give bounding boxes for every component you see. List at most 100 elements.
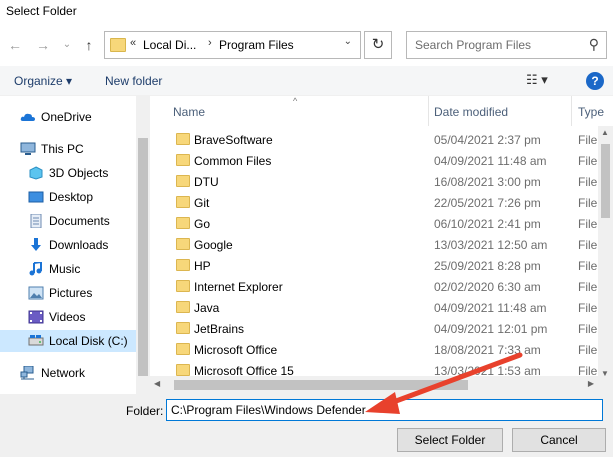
sidebar-item-network[interactable]: Network	[0, 362, 136, 384]
videos-icon	[28, 310, 44, 324]
file-type: File f	[578, 280, 598, 294]
sidebar-item-pictures[interactable]: Pictures	[0, 282, 136, 304]
table-row[interactable]: JetBrains 04/09/2021 12:01 pm File f	[150, 318, 598, 339]
documents-icon	[30, 214, 42, 228]
table-row[interactable]: HP 25/09/2021 8:28 pm File f	[150, 255, 598, 276]
sidebar-item-label: Videos	[49, 310, 86, 324]
command-toolbar: Organize ▾ New folder ☷ ▾ ?	[0, 66, 613, 96]
folder-icon	[176, 301, 190, 313]
sidebar-item-videos[interactable]: Videos	[0, 306, 136, 328]
folder-icon	[176, 133, 190, 145]
drive-icon	[28, 335, 44, 346]
file-type: File f	[578, 196, 598, 210]
file-type: File f	[578, 154, 598, 168]
sidebar-item-3d-objects[interactable]: 3D Objects	[0, 162, 136, 184]
sidebar-item-label: This PC	[41, 142, 84, 156]
scroll-up-icon[interactable]: ▲	[601, 128, 609, 137]
file-name: JetBrains	[194, 322, 245, 336]
column-header-date-modified[interactable]: Date modified	[429, 96, 570, 126]
breadcrumb-local-disk[interactable]: Local Di...	[143, 38, 196, 52]
folder-icon	[176, 238, 190, 250]
file-date: 25/09/2021 8:28 pm	[434, 259, 541, 273]
organize-button[interactable]: Organize ▾	[14, 74, 72, 88]
table-row[interactable]: Microsoft Office 18/08/2021 7:33 am File f	[150, 339, 598, 360]
folder-icon	[176, 175, 190, 187]
network-icon	[20, 366, 34, 380]
column-header-name[interactable]: Name	[150, 96, 428, 126]
file-type: File f	[578, 217, 598, 231]
sidebar-item-label: Downloads	[49, 238, 109, 252]
breadcrumb-chevron-icon[interactable]: ›	[208, 37, 212, 49]
file-list-vertical-scrollbar[interactable]: ▲ ▼	[598, 126, 613, 394]
column-header-type[interactable]: Type	[572, 96, 604, 126]
table-row[interactable]: Java 04/09/2021 11:48 am File f	[150, 297, 598, 318]
file-name: Git	[194, 196, 210, 210]
table-row[interactable]: Google 13/03/2021 12:50 am File f	[150, 234, 598, 255]
file-name: Go	[194, 217, 211, 231]
sidebar-item-onedrive[interactable]: OneDrive	[0, 106, 136, 128]
refresh-button[interactable]: ↻	[364, 31, 392, 59]
folder-icon	[176, 364, 190, 376]
search-input[interactable]: Search Program Files ⚲	[406, 31, 607, 59]
sidebar-scroll-thumb[interactable]	[138, 138, 148, 376]
overflow-chevron-icon[interactable]: «	[130, 37, 136, 49]
sidebar-item-documents[interactable]: Documents	[0, 210, 136, 232]
folder-path-input[interactable]: C:\Program Files\Windows Defender	[166, 399, 603, 421]
pictures-icon	[28, 286, 44, 300]
address-dropdown-icon[interactable]: ⌄	[344, 36, 352, 47]
table-row[interactable]: BraveSoftware 05/04/2021 2:37 pm File f	[150, 129, 598, 150]
table-row[interactable]: Git 22/05/2021 7:26 pm File f	[150, 192, 598, 213]
file-name: DTU	[194, 175, 219, 189]
file-name: Microsoft Office	[194, 343, 278, 357]
sidebar-item-music[interactable]: Music	[0, 258, 136, 280]
table-row[interactable]: Internet Explorer 02/02/2020 6:30 am File …	[150, 276, 598, 297]
table-row[interactable]: DTU 16/08/2021 3:00 pm File f	[150, 171, 598, 192]
sidebar-item-label: Pictures	[49, 286, 93, 300]
sidebar-item-label: Local Disk (C:)	[49, 334, 128, 348]
file-date: 05/04/2021 2:37 pm	[434, 133, 541, 147]
file-date: 22/05/2021 7:26 pm	[434, 196, 541, 210]
sidebar-item-label: Documents	[49, 214, 110, 228]
file-name: Java	[194, 301, 220, 315]
scroll-left-icon[interactable]: ◀	[154, 379, 160, 388]
table-row[interactable]: Go 06/10/2021 2:41 pm File f	[150, 213, 598, 234]
computer-icon	[20, 142, 36, 155]
new-folder-button[interactable]: New folder	[105, 74, 162, 88]
file-date: 16/08/2021 3:00 pm	[434, 175, 541, 189]
sidebar-item-label: Desktop	[49, 190, 94, 204]
file-date: 18/08/2021 7:33 am	[434, 343, 541, 357]
sidebar-scrollbar[interactable]	[136, 96, 150, 394]
cube-icon	[29, 166, 43, 180]
select-folder-button[interactable]: Select Folder	[397, 428, 503, 452]
forward-icon[interactable]: →	[34, 36, 52, 54]
sidebar-item-this-pc[interactable]: This PC	[0, 138, 136, 160]
file-date: 04/09/2021 12:01 pm	[434, 322, 548, 336]
back-icon[interactable]: ←	[6, 36, 24, 54]
help-icon[interactable]: ?	[586, 72, 604, 90]
sidebar-item-label: 3D Objects	[49, 166, 109, 180]
sidebar-item-desktop[interactable]: Desktop	[0, 186, 136, 208]
file-name: Common Files	[194, 154, 272, 168]
file-type: File f	[578, 259, 598, 273]
scroll-right-icon[interactable]: ▶	[588, 379, 594, 388]
recent-locations-icon[interactable]: ⌄	[58, 36, 76, 54]
music-icon	[29, 262, 42, 276]
search-placeholder: Search Program Files	[415, 38, 532, 52]
up-icon[interactable]: ↑	[80, 36, 98, 54]
horizontal-scroll-thumb[interactable]	[174, 380, 468, 390]
view-options-button[interactable]: ☷ ▾	[526, 72, 548, 88]
scroll-down-icon[interactable]: ▼	[601, 369, 609, 378]
breadcrumb-program-files[interactable]: Program Files	[219, 38, 294, 52]
vertical-scroll-thumb[interactable]	[601, 144, 610, 218]
navigation-bar: ← → ⌄ ↑ « Local Di... › Program Files ⌄ …	[0, 28, 613, 62]
folder-icon	[176, 322, 190, 334]
sidebar-item-local-disk[interactable]: Local Disk (C:)	[0, 330, 136, 352]
file-type: File f	[578, 238, 598, 252]
file-type: File f	[578, 133, 598, 147]
file-list-horizontal-scrollbar[interactable]: ◀ ▶	[150, 376, 598, 394]
table-row[interactable]: Common Files 04/09/2021 11:48 am File f	[150, 150, 598, 171]
search-icon[interactable]: ⚲	[589, 36, 599, 53]
sidebar-item-downloads[interactable]: Downloads	[0, 234, 136, 256]
cancel-button[interactable]: Cancel	[512, 428, 606, 452]
address-bar[interactable]: « Local Di... › Program Files ⌄	[104, 31, 361, 59]
